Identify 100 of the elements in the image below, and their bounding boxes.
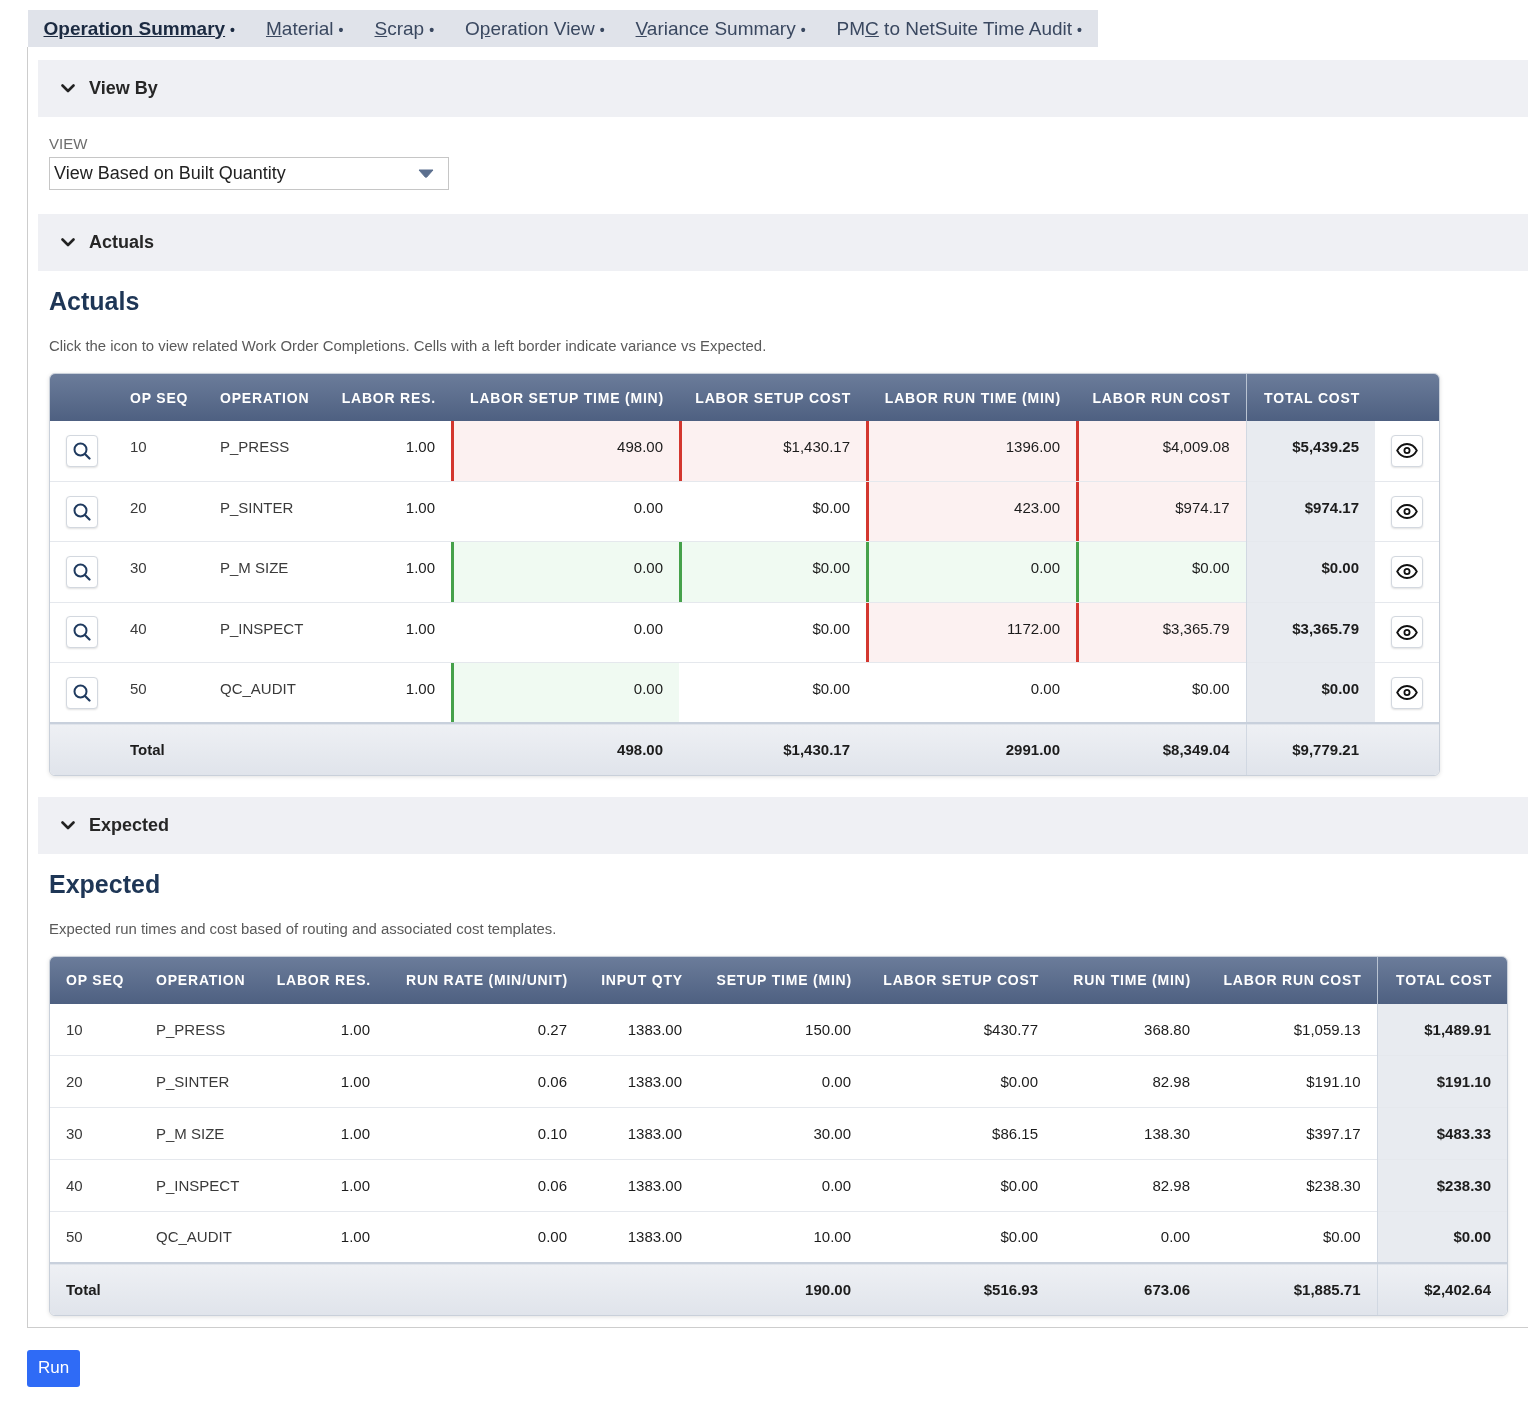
table-cell: 1383.00 <box>583 1107 698 1160</box>
section-heading: Actuals <box>49 286 140 316</box>
table-cell: 0.00 <box>866 541 1076 603</box>
column-header: LABOR RES. <box>320 374 451 421</box>
lookup-button[interactable] <box>66 616 98 649</box>
eye-icon <box>1396 504 1418 520</box>
table-cell: $0.00 <box>1246 662 1375 723</box>
tab[interactable]: Operation View • <box>449 10 621 47</box>
column-header: SETUP TIME (MIN) <box>698 956 867 1004</box>
table-cell: 0.00 <box>451 662 679 723</box>
tab[interactable]: Operation Summary • <box>28 10 251 47</box>
table-cell: 0.00 <box>1054 1211 1206 1263</box>
table-cell: $483.33 <box>1377 1107 1507 1160</box>
table-cell: P_SINTER <box>204 481 320 542</box>
lookup-button[interactable] <box>66 555 98 588</box>
table-cell: 1.00 <box>262 1055 386 1108</box>
table-cell: $516.93 <box>867 1262 1054 1315</box>
view-button[interactable] <box>1391 434 1423 467</box>
eye-icon <box>1396 443 1418 459</box>
table-cell: P_INSPECT <box>140 1159 262 1212</box>
table-cell: 1172.00 <box>866 602 1076 663</box>
table-cell: 1.00 <box>262 1003 386 1056</box>
table-cell: $0.00 <box>679 602 866 663</box>
table-cell: 1.00 <box>320 481 451 542</box>
lookup-button[interactable] <box>66 434 98 467</box>
table-cell: $430.77 <box>867 1003 1054 1056</box>
eye-icon <box>1396 564 1418 580</box>
section-header[interactable]: Actuals <box>38 214 1528 271</box>
table-cell: $0.00 <box>1246 541 1375 603</box>
lookup-button[interactable] <box>66 676 98 709</box>
column-header: OPERATION <box>140 956 262 1004</box>
run-button[interactable]: Run <box>27 1349 81 1387</box>
table-cell: $974.17 <box>1076 481 1246 542</box>
section-header[interactable]: View By <box>38 60 1528 117</box>
column-header: RUN TIME (MIN) <box>1054 956 1206 1004</box>
table-cell: $8,349.04 <box>1076 722 1246 775</box>
table-cell: P_PRESS <box>204 421 320 482</box>
table-cell: $238.30 <box>1206 1159 1377 1212</box>
table-cell: P_SINTER <box>140 1055 262 1108</box>
total-label: Total <box>114 722 451 775</box>
view-button[interactable] <box>1391 495 1423 528</box>
column-header: LABOR SETUP TIME (MIN) <box>451 374 679 421</box>
tab[interactable]: PMC to NetSuite Time Audit • <box>821 10 1098 47</box>
table-cell: 1383.00 <box>583 1211 698 1263</box>
table-cell: 498.00 <box>451 421 679 482</box>
table-cell: $1,430.17 <box>679 421 866 482</box>
column-header: LABOR RUN COST <box>1076 374 1246 421</box>
table-cell: 1.00 <box>262 1211 386 1263</box>
table-cell: 82.98 <box>1054 1159 1206 1212</box>
section-header[interactable]: Expected <box>38 796 1528 854</box>
search-icon <box>73 441 91 460</box>
column-header: TOTAL COST <box>1377 956 1507 1004</box>
section-description: Expected run times and cost based of routing and associated cost templates. <box>49 919 557 938</box>
table-cell: P_INSPECT <box>204 602 320 663</box>
view-button[interactable] <box>1391 676 1423 709</box>
search-icon <box>73 502 91 521</box>
section-description: Click the icon to view related Work Order Completions. Cells with a left border indicate variance vs Expected. <box>49 337 767 355</box>
table-cell: $0.00 <box>679 662 866 723</box>
table-cell: 30 <box>114 541 204 603</box>
table-cell: $1,489.91 <box>1377 1003 1507 1056</box>
total-label: Total <box>50 1262 698 1315</box>
table-cell: 0.06 <box>386 1055 583 1108</box>
view-select[interactable]: View Based on Built Quantity <box>49 157 449 190</box>
caret-icon <box>418 169 434 178</box>
column-header: OP SEQ <box>50 956 140 1004</box>
column-header: OP SEQ <box>114 374 204 421</box>
eye-icon <box>1396 624 1418 640</box>
column-header: LABOR RUN TIME (MIN) <box>866 374 1076 421</box>
column-header: LABOR SETUP COST <box>679 374 866 421</box>
table-cell: 673.06 <box>1054 1262 1206 1315</box>
tab[interactable]: Variance Summary • <box>620 10 822 47</box>
table-cell: 0.00 <box>451 481 679 542</box>
table-cell: 40 <box>114 602 204 663</box>
tab[interactable]: Scrap • <box>359 10 450 47</box>
table-cell: $9,779.21 <box>1246 722 1375 775</box>
table-cell: $1,430.17 <box>679 722 866 775</box>
table-cell: $4,009.08 <box>1076 421 1246 482</box>
table-cell: 138.30 <box>1054 1107 1206 1160</box>
column-header: OPERATION <box>204 374 320 421</box>
table-cell: 82.98 <box>1054 1055 1206 1108</box>
table-cell: 0.06 <box>386 1159 583 1212</box>
table-cell: $3,365.79 <box>1076 602 1246 663</box>
table-cell: $191.10 <box>1377 1055 1507 1108</box>
lookup-button[interactable] <box>66 495 98 528</box>
field-label: VIEW <box>49 135 88 153</box>
table-cell: 0.10 <box>386 1107 583 1160</box>
table-cell: 2991.00 <box>866 722 1076 775</box>
column-header: RUN RATE (MIN/UNIT) <box>386 956 583 1004</box>
table-cell: 1.00 <box>320 602 451 663</box>
view-button[interactable] <box>1391 555 1423 588</box>
table-cell: $1,885.71 <box>1206 1262 1377 1315</box>
table-cell: 1.00 <box>262 1107 386 1160</box>
tab[interactable]: Material • <box>250 10 359 47</box>
table-cell: 10 <box>114 421 204 482</box>
table-cell: 0.00 <box>698 1055 867 1108</box>
view-button[interactable] <box>1391 616 1423 649</box>
table-cell: $0.00 <box>679 541 866 603</box>
table-cell: 1396.00 <box>866 421 1076 482</box>
table-cell: 1383.00 <box>583 1003 698 1056</box>
section-heading: Expected <box>49 868 161 899</box>
